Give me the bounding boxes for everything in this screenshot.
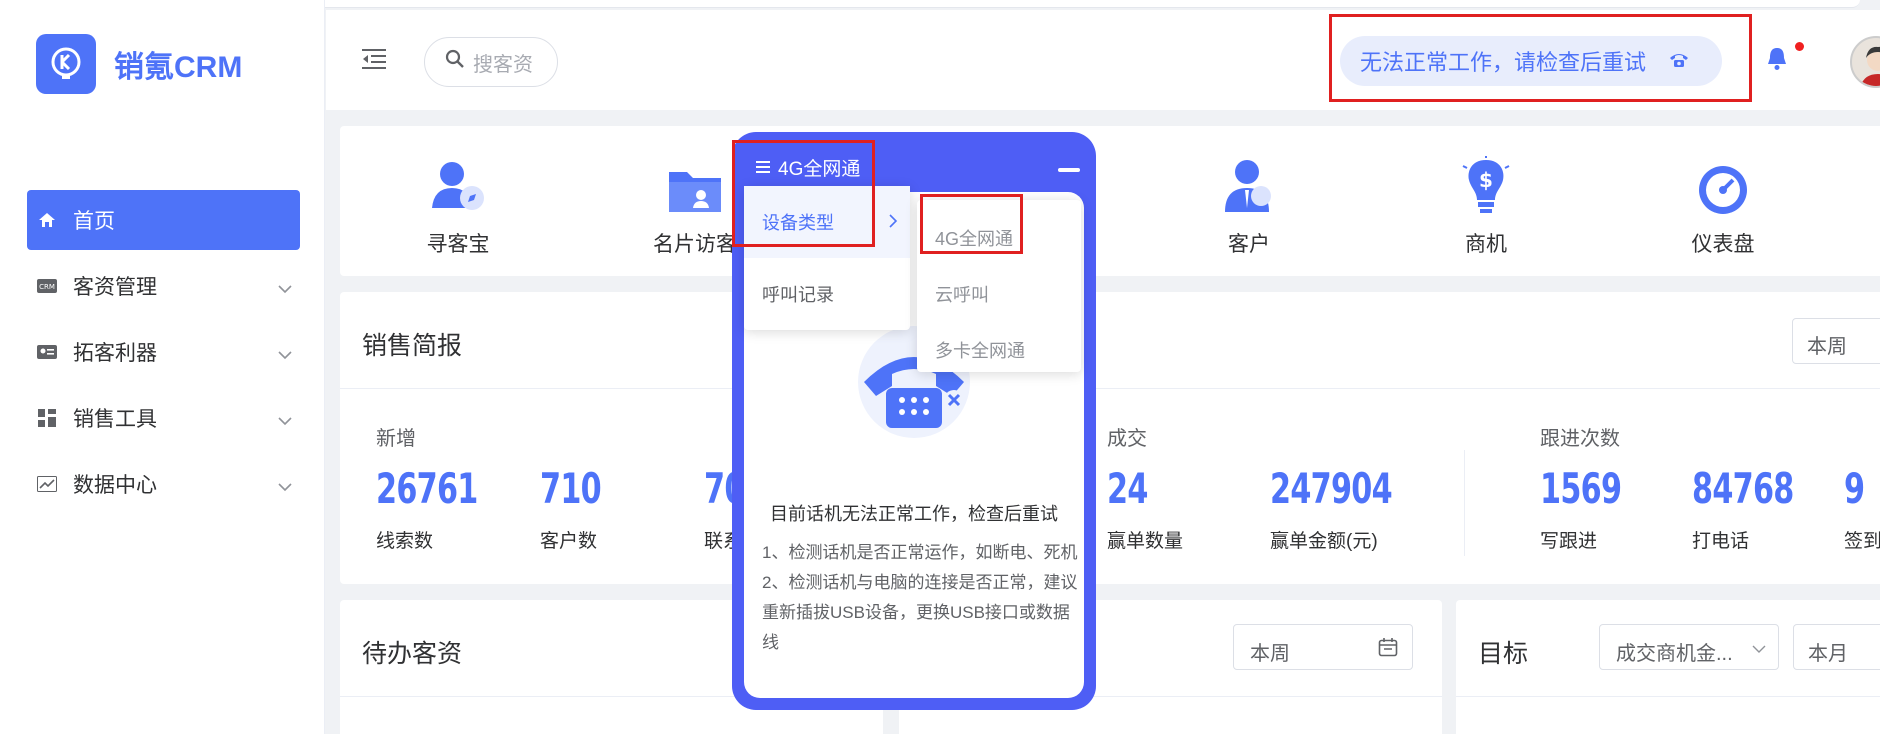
grid-icon [37, 408, 57, 428]
metric-value[interactable]: 710 [540, 464, 602, 513]
search-icon [445, 49, 465, 75]
quick-link-label: 商机 [1465, 233, 1507, 256]
quick-link-lead-finder[interactable]: 寻客宝 [378, 156, 538, 258]
home-icon [37, 210, 57, 230]
browser-top-strip [160, 0, 1860, 8]
quick-link-dashboard[interactable]: 仪表盘 [1643, 156, 1803, 258]
quick-link-goal[interactable]: 目 [1840, 156, 1880, 258]
goal-metric: 成交商机金... [1616, 643, 1733, 665]
tip-item: 2、检测话机与电脑的连接是否正常，建议重新插拔USB设备，更换USB接口或数据线 [762, 573, 1078, 652]
business-user-icon [1169, 156, 1329, 216]
goal-period-select[interactable]: 本月 [1793, 624, 1880, 670]
submenu-item-cloud-call[interactable]: 云呼叫 [917, 266, 1081, 322]
goal-metric-select[interactable]: 成交商机金... [1599, 624, 1779, 670]
svg-text:$: $ [1479, 168, 1493, 192]
metric-label: 赢单数量 [1107, 531, 1184, 552]
chevron-down-icon [278, 276, 292, 300]
id-card-icon [37, 342, 57, 362]
sidebar-menu: 首页 CRM 客资管理 拓客利器 销售工具 数据中心 [27, 190, 300, 520]
logo-icon [36, 34, 96, 94]
divider [1464, 450, 1465, 556]
report-period-select[interactable]: 本周 [1792, 318, 1880, 364]
quick-link-opportunities[interactable]: $ 商机 [1406, 156, 1566, 258]
metric-value[interactable]: 24 [1107, 464, 1148, 513]
sales-report-card: 销售简报 本周 新增 26761 线索数 710 客户数 70 联系 成交 24… [340, 292, 1880, 584]
quick-link-label: 寻客宝 [426, 233, 490, 256]
menu-item-call-records[interactable]: 呼叫记录 [744, 258, 910, 330]
tip-item: 1、检测话机是否正常运作，如断电、死机 [762, 543, 1078, 562]
highlight-widget-title [732, 140, 875, 247]
metric-label: 客户数 [540, 531, 598, 552]
metric-value[interactable]: 247904 [1270, 464, 1393, 513]
quick-link-label: 仪表盘 [1691, 233, 1755, 256]
user-avatar[interactable] [1850, 36, 1880, 88]
quick-links-card: 寻客宝 名片访客 客户 $ 商机 仪表盘 目 [340, 126, 1880, 276]
metric-value[interactable]: 26761 [376, 464, 478, 513]
todo-period-picker[interactable]: 本周 [1233, 624, 1413, 670]
minimize-icon[interactable] [1058, 168, 1080, 172]
sidebar-item-label: 销售工具 [73, 408, 157, 431]
todo-title: 待办客资 [362, 640, 463, 668]
quick-link-customers[interactable]: 客户 [1169, 156, 1329, 258]
metric-label: 写跟进 [1540, 531, 1598, 552]
quick-link-label: 客户 [1228, 233, 1270, 256]
section-label-deal: 成交 [1107, 428, 1147, 450]
app-name: 销氪CRM [114, 51, 243, 84]
metric-label: 签到 [1844, 531, 1880, 552]
lightbulb-dollar-icon: $ [1406, 156, 1566, 216]
notification-bell-icon[interactable] [1766, 46, 1788, 77]
highlight-status [1329, 14, 1752, 102]
chart-icon [37, 474, 57, 494]
divider [1456, 696, 1880, 697]
metric-label: 赢单金额(元) [1270, 531, 1378, 552]
sidebar-item-data-center[interactable]: 数据中心 [27, 454, 300, 514]
sidebar-item-prospecting[interactable]: 拓客利器 [27, 322, 300, 382]
sidebar-item-label: 客资管理 [73, 276, 157, 299]
metric-value[interactable]: 1569 [1540, 464, 1622, 513]
report-title: 销售简报 [362, 332, 463, 360]
metric-value[interactable]: 84768 [1692, 464, 1794, 513]
sidebar: 销氪CRM 首页 CRM 客资管理 拓客利器 销售工具 数据中心 [0, 0, 325, 734]
quick-link-label: 目 [1840, 228, 1880, 258]
sidebar-item-sales-tools[interactable]: 销售工具 [27, 388, 300, 448]
search-placeholder: 搜客资 [473, 53, 533, 76]
sidebar-item-leads[interactable]: CRM 客资管理 [27, 256, 300, 316]
sidebar-item-home[interactable]: 首页 [27, 190, 300, 250]
sidebar-item-label: 拓客利器 [73, 342, 157, 365]
metric-value[interactable]: 9 [1844, 464, 1865, 513]
phone-error-message: 目前话机无法正常工作，检查后重试 [770, 504, 1058, 524]
phone-troubleshoot-tips: 1、检测话机是否正常运作，如断电、死机 2、检测话机与电脑的连接是否正常，建议重… [762, 538, 1082, 658]
goal-card: 目标 成交商机金... 本月 [1456, 600, 1880, 734]
target-board-icon [1840, 156, 1880, 216]
sidebar-item-label: 首页 [73, 210, 115, 233]
chevron-down-icon [278, 474, 292, 498]
calendar-icon [1378, 637, 1398, 663]
search-input[interactable]: 搜客资 [424, 37, 558, 87]
menu-item-label: 呼叫记录 [762, 285, 834, 305]
chevron-right-icon [888, 212, 898, 233]
todo-period: 本周 [1250, 643, 1290, 665]
chevron-down-icon [278, 342, 292, 366]
metric-label: 打电话 [1692, 531, 1750, 552]
gauge-icon [1643, 156, 1803, 216]
divider [340, 388, 1880, 389]
sidebar-item-label: 数据中心 [73, 474, 157, 497]
user-compass-icon [378, 156, 538, 216]
metric-label: 线索数 [376, 531, 434, 552]
chevron-down-icon [278, 408, 292, 432]
app-logo[interactable]: 销氪CRM [36, 34, 242, 94]
submenu-item-multi-sim[interactable]: 多卡全网通 [917, 322, 1081, 378]
collapse-menu-icon[interactable] [362, 48, 386, 75]
svg-text:CRM: CRM [39, 283, 55, 291]
notification-dot [1795, 42, 1804, 51]
highlight-4g-option [920, 194, 1023, 254]
section-label-new: 新增 [376, 428, 416, 450]
chevron-down-icon [1752, 637, 1766, 660]
goal-title: 目标 [1478, 640, 1529, 668]
section-label-followup: 跟进次数 [1540, 428, 1620, 450]
crm-icon: CRM [37, 276, 57, 296]
